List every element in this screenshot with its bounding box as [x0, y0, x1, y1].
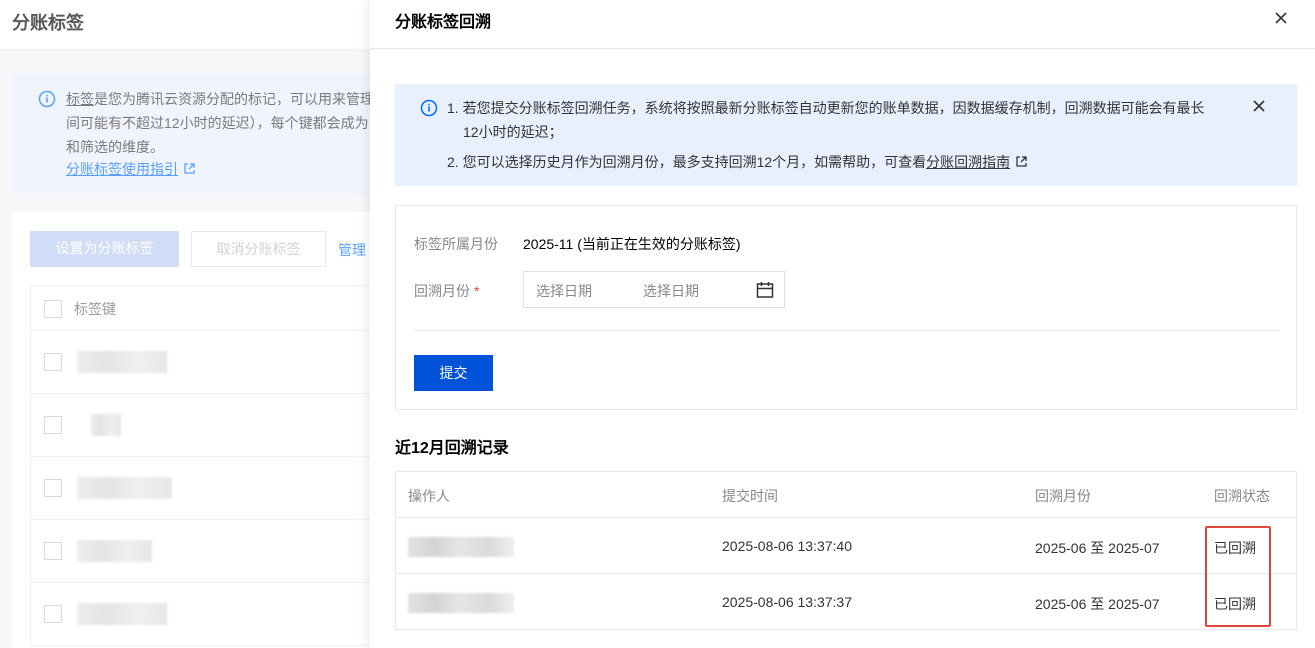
close-icon[interactable]: [1249, 96, 1269, 116]
close-icon[interactable]: [1268, 5, 1294, 31]
column-submit-time: 提交时间: [722, 488, 778, 504]
calendar-icon[interactable]: [756, 281, 774, 302]
start-date-input[interactable]: 选择日期: [536, 281, 592, 301]
backtrack-guide-link[interactable]: 分账回溯指南: [926, 154, 1010, 170]
records-section-title: 近12月回溯记录: [395, 440, 509, 457]
backtrack-notice: 1. 若您提交分账标签回溯任务，系统将按照最新分账标签自动更新您的账单数据，因数…: [395, 84, 1297, 186]
month-value: 2025-11 (当前正在生效的分账标签): [523, 236, 741, 252]
table-row: 2025-08-06 13:37:37 2025-06 至 2025-07 已回…: [396, 574, 1296, 630]
notice-lines: 1. 若您提交分账标签回溯任务，系统将按照最新分账标签自动更新您的账单数据，因数…: [447, 96, 1227, 176]
backtrack-form: 标签所属月份 2025-11 (当前正在生效的分账标签) 回溯月份 * 选择日期 …: [395, 205, 1297, 410]
status-text: 已回溯: [1214, 540, 1256, 556]
backtrack-records-table: 操作人 提交时间 回溯月份 回溯状态 2025-08-06 13:37:40 2…: [395, 471, 1297, 630]
status-text: 已回溯: [1214, 596, 1256, 612]
month-label: 标签所属月份: [414, 236, 498, 252]
backtrack-months: 2025-06 至 2025-07: [1035, 540, 1160, 556]
redacted-operator: [408, 537, 514, 557]
backtrack-month-label: 回溯月份 *: [414, 283, 480, 299]
redacted-operator: [408, 593, 514, 613]
drawer-title: 分账标签回溯: [395, 14, 492, 31]
required-mark: *: [474, 283, 480, 299]
notice-line-1b: 12小时的延迟；: [463, 124, 563, 140]
table-row: 2025-08-06 13:37:40 2025-06 至 2025-07 已回…: [396, 518, 1296, 574]
column-status: 回溯状态: [1214, 488, 1270, 504]
submit-time: 2025-08-06 13:37:37: [722, 594, 852, 610]
submit-time: 2025-08-06 13:37:40: [722, 538, 852, 554]
backtrack-months: 2025-06 至 2025-07: [1035, 596, 1160, 612]
table-header: 操作人 提交时间 回溯月份 回溯状态: [396, 472, 1296, 518]
submit-button[interactable]: 提交: [414, 355, 493, 391]
date-range-picker[interactable]: 选择日期 选择日期: [523, 271, 785, 308]
end-date-input[interactable]: 选择日期: [643, 281, 699, 301]
tag-backtrack-drawer: 分账标签回溯 1. 若您提交分账标签回溯任务，系统将按照最新分账标签自动更新您的…: [370, 0, 1315, 648]
external-link-icon: [1016, 152, 1027, 176]
notice-line-1: 1. 若您提交分账标签回溯任务，系统将按照最新分账标签自动更新您的账单数据，因数…: [447, 100, 1205, 116]
form-divider: [414, 330, 1279, 331]
info-icon: [420, 99, 438, 120]
column-backtrack-months: 回溯月份: [1035, 488, 1091, 504]
drawer-header: 分账标签回溯: [370, 0, 1315, 49]
notice-line-2: 2. 您可以选择历史月作为回溯月份，最多支持回溯12个月，如需帮助，可查看分账回…: [447, 150, 1227, 176]
drawer-overlay[interactable]: [0, 0, 370, 648]
column-operator: 操作人: [408, 488, 450, 504]
